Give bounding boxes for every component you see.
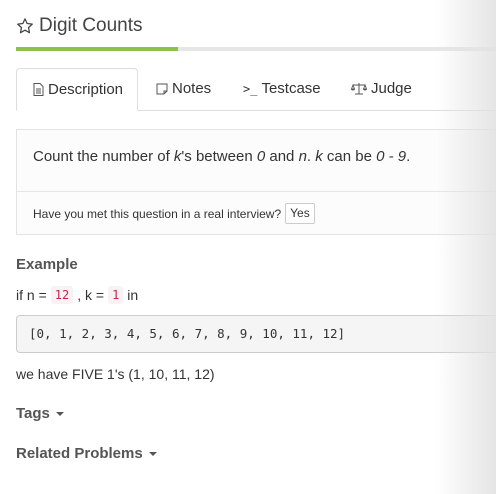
example-suffix: in [127,287,139,303]
progress-bar [16,47,496,51]
example-k-label: , k = [77,287,105,303]
caret-down-icon [55,411,64,416]
k-value-code: 1 [108,286,124,304]
description-panel: Count the number of k's between 0 and n.… [16,129,496,235]
note-icon [156,83,168,95]
caret-down-icon [148,451,157,456]
tab-testcase[interactable]: >_ Testcase [227,68,337,109]
tab-bar: Description Notes >_ Testcase Judge [16,68,496,111]
divider [17,191,496,192]
tab-notes-label: Notes [172,80,212,97]
interview-question: Have you met this question in a real int… [33,206,282,221]
interview-prompt: Have you met this question in a real int… [33,203,315,224]
tab-notes[interactable]: Notes [140,68,232,109]
tab-description-label: Description [48,81,124,98]
sequence-code-block: [0, 1, 2, 3, 4, 5, 6, 7, 8, 9, 10, 11, 1… [16,315,496,353]
yes-button[interactable]: Yes [285,203,315,224]
problem-title-row: Digit Counts [16,15,143,37]
page-title: Digit Counts [39,15,143,36]
n-value-code: 12 [50,286,74,304]
example-prefix: if n = [16,287,47,303]
example-input-line: if n = 12 , k = 1 in [16,286,138,304]
tab-description[interactable]: Description [16,68,138,111]
tab-testcase-label: Testcase [261,80,321,97]
problem-statement: Count the number of k's between 0 and n.… [33,148,411,165]
terminal-icon: >_ [243,81,258,96]
example-result: we have FIVE 1's (1, 10, 11, 12) [16,366,215,382]
example-heading: Example [16,256,78,273]
tags-toggle[interactable]: Tags [16,405,64,422]
related-problems-label: Related Problems [16,445,143,462]
document-icon [33,83,44,96]
tags-label: Tags [16,405,50,422]
tab-judge-label: Judge [371,80,412,97]
related-problems-toggle[interactable]: Related Problems [16,445,157,462]
progress-bar-fill [16,47,178,51]
balance-scale-icon [351,82,367,95]
tab-judge[interactable]: Judge [335,68,435,109]
star-outline-icon[interactable] [16,17,34,35]
